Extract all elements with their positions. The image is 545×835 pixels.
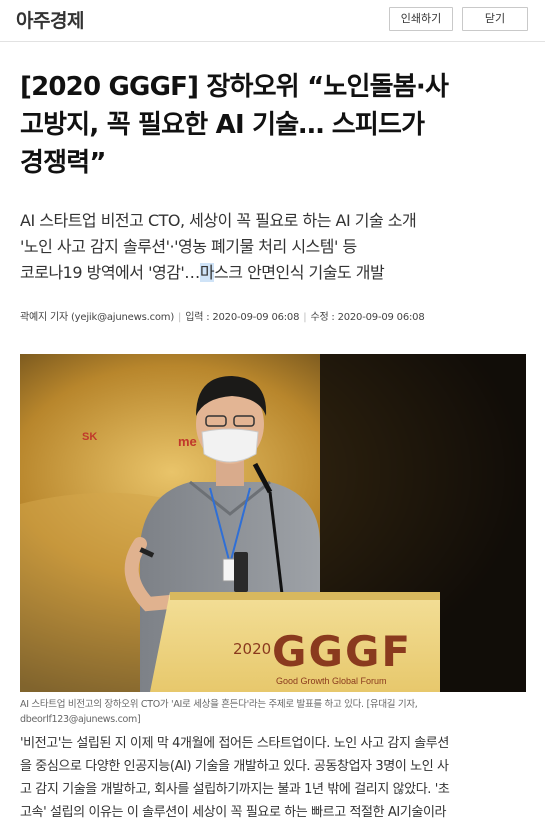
close-button[interactable]: 닫기 <box>462 7 528 31</box>
body-line: 고 감지 기술을 개발하고, 회사를 설립하기까지는 불과 1년 밖에 걸리지 … <box>20 782 450 797</box>
subtitle-text: 스크 안면인식 기술도 개발 <box>214 263 385 282</box>
divider: | <box>178 312 182 323</box>
subtitle-line: AI 스타트업 비전고 CTO, 세상이 꼭 필요로 하는 AI 기술 소개 <box>20 211 417 230</box>
article-body: '비전고'는 설립된 지 이제 막 4개월에 접어든 스타트업이다. 노인 사고… <box>20 732 526 824</box>
body-line: 을 중심으로 다양한 인공지능(AI) 기술을 개발하고 있다. 공동창업자 3… <box>20 759 449 774</box>
divider: | <box>303 312 307 323</box>
photo-caption: AI 스타트업 비전고의 장하오위 CTO가 'AI로 세상을 흔든다'라는 주… <box>20 699 418 725</box>
stage-tagline: Good Growth Global Forum <box>276 676 387 686</box>
article-subtitles: AI 스타트업 비전고 CTO, 세상이 꼭 필요로 하는 AI 기술 소개 '… <box>20 208 525 286</box>
face-mask <box>201 428 259 463</box>
stage-brand: GGGF <box>272 627 412 676</box>
selected-text: 마 <box>199 263 215 282</box>
body-line: 고속' 설립의 이유는 이 솔루션이 세상이 꼭 필요로 하는 빠르고 적절한 … <box>20 805 447 820</box>
bg-text-me: me <box>178 434 197 449</box>
subtitle-text: 코로나19 방역에서 '영감'… <box>20 263 200 282</box>
site-logo[interactable]: 아주경제 <box>16 6 84 33</box>
top-bar: 아주경제 인쇄하기 닫기 <box>0 0 545 42</box>
title-line: 경쟁력” <box>20 148 106 178</box>
byline: 곽예지 기자 (yejik@ajunews.com) | 입력 : 2020-09-… <box>20 308 425 323</box>
print-button[interactable]: 인쇄하기 <box>389 7 453 31</box>
stage-year: 2020 <box>233 640 271 658</box>
published-date: 입력 : 2020-09-09 06:08 <box>185 312 300 323</box>
modified-date: 수정 : 2020-09-09 06:08 <box>310 312 425 323</box>
title-line: 고방지, 꼭 필요한 AI 기술… 스피드가 <box>20 110 425 140</box>
subtitle-line: '노인 사고 감지 솔루션'·'영농 폐기물 처리 시스템' 등 <box>20 237 357 256</box>
author: 곽예지 기자 (yejik@ajunews.com) <box>20 312 175 323</box>
bg-text-sk: SK <box>82 431 97 443</box>
title-line: [2020 GGGF] 장하오위 “노인돌봄·사 <box>20 72 449 102</box>
article-photo: SK me 2020 GGGF Good Growth Global Forum <box>20 354 526 692</box>
body-line: '비전고'는 설립된 지 이제 막 4개월에 접어든 스타트업이다. 노인 사고… <box>20 736 449 751</box>
article-title: [2020 GGGF] 장하오위 “노인돌봄·사 고방지, 꼭 필요한 AI 기… <box>20 68 525 182</box>
subtitle-line: 코로나19 방역에서 '영감'…마스크 안면인식 기술도 개발 <box>20 260 525 286</box>
speaker-photo: SK me 2020 GGGF Good Growth Global Forum <box>20 354 526 692</box>
